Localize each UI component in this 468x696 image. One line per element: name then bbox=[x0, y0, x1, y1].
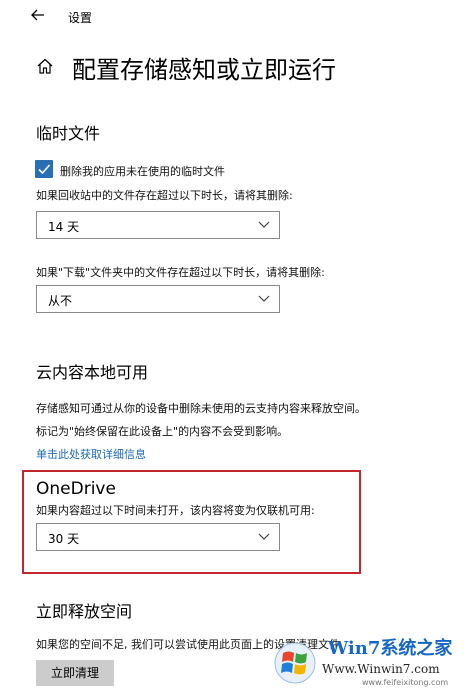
onedrive-heading: OneDrive bbox=[36, 479, 116, 499]
free-space-heading: 立即释放空间 bbox=[36, 602, 133, 621]
more-info-link[interactable]: 单击此处获取详细信息 bbox=[36, 446, 146, 462]
recycle-bin-dropdown[interactable]: 14 天 bbox=[36, 211, 280, 239]
chevron-down-icon bbox=[258, 295, 270, 302]
watermark-url: Www.Winwin7.com bbox=[322, 662, 440, 676]
check-icon bbox=[38, 164, 51, 175]
clean-now-button[interactable]: 立即清理 bbox=[36, 660, 114, 686]
chevron-down-icon bbox=[258, 221, 270, 228]
chevron-down-icon bbox=[258, 533, 270, 540]
watermark: Win7系统之家 Www.Winwin7.com www.feifeixiton… bbox=[272, 634, 464, 694]
page-title: 配置存储感知或立即运行 bbox=[72, 56, 336, 84]
delete-temp-files-checkbox[interactable] bbox=[35, 160, 53, 178]
downloads-label: 如果"下载"文件夹中的文件存在超过以下时长，请将其删除: bbox=[36, 266, 325, 279]
home-icon[interactable] bbox=[36, 57, 54, 75]
window-title: 设置 bbox=[68, 11, 93, 25]
downloads-dropdown[interactable]: 从不 bbox=[36, 285, 280, 313]
temp-files-heading: 临时文件 bbox=[36, 124, 101, 143]
onedrive-value: 30 天 bbox=[48, 532, 80, 546]
delete-temp-files-label[interactable]: 删除我的应用未在使用的临时文件 bbox=[60, 163, 225, 179]
cloud-description-1: 存储感知可通过从你的设备中删除未使用的云支持内容来释放空间。 bbox=[36, 402, 366, 415]
recycle-bin-value: 14 天 bbox=[48, 220, 80, 234]
downloads-value: 从不 bbox=[48, 294, 73, 308]
watermark-domain: www.feifeixitong.com bbox=[362, 678, 449, 687]
watermark-site: Win7系统之家 bbox=[328, 638, 453, 659]
onedrive-label: 如果内容超过以下时间未打开，该内容将变为仅联机可用: bbox=[36, 504, 315, 517]
recycle-bin-label: 如果回收站中的文件存在超过以下时长，请将其删除: bbox=[36, 189, 293, 202]
windows-logo-icon bbox=[274, 642, 316, 684]
cloud-heading: 云内容本地可用 bbox=[36, 363, 149, 382]
cloud-description-2: 标记为"始终保留在此设备上"的内容不会受到影响。 bbox=[36, 425, 289, 438]
onedrive-dropdown[interactable]: 30 天 bbox=[36, 523, 280, 551]
back-arrow-icon[interactable] bbox=[30, 7, 46, 23]
